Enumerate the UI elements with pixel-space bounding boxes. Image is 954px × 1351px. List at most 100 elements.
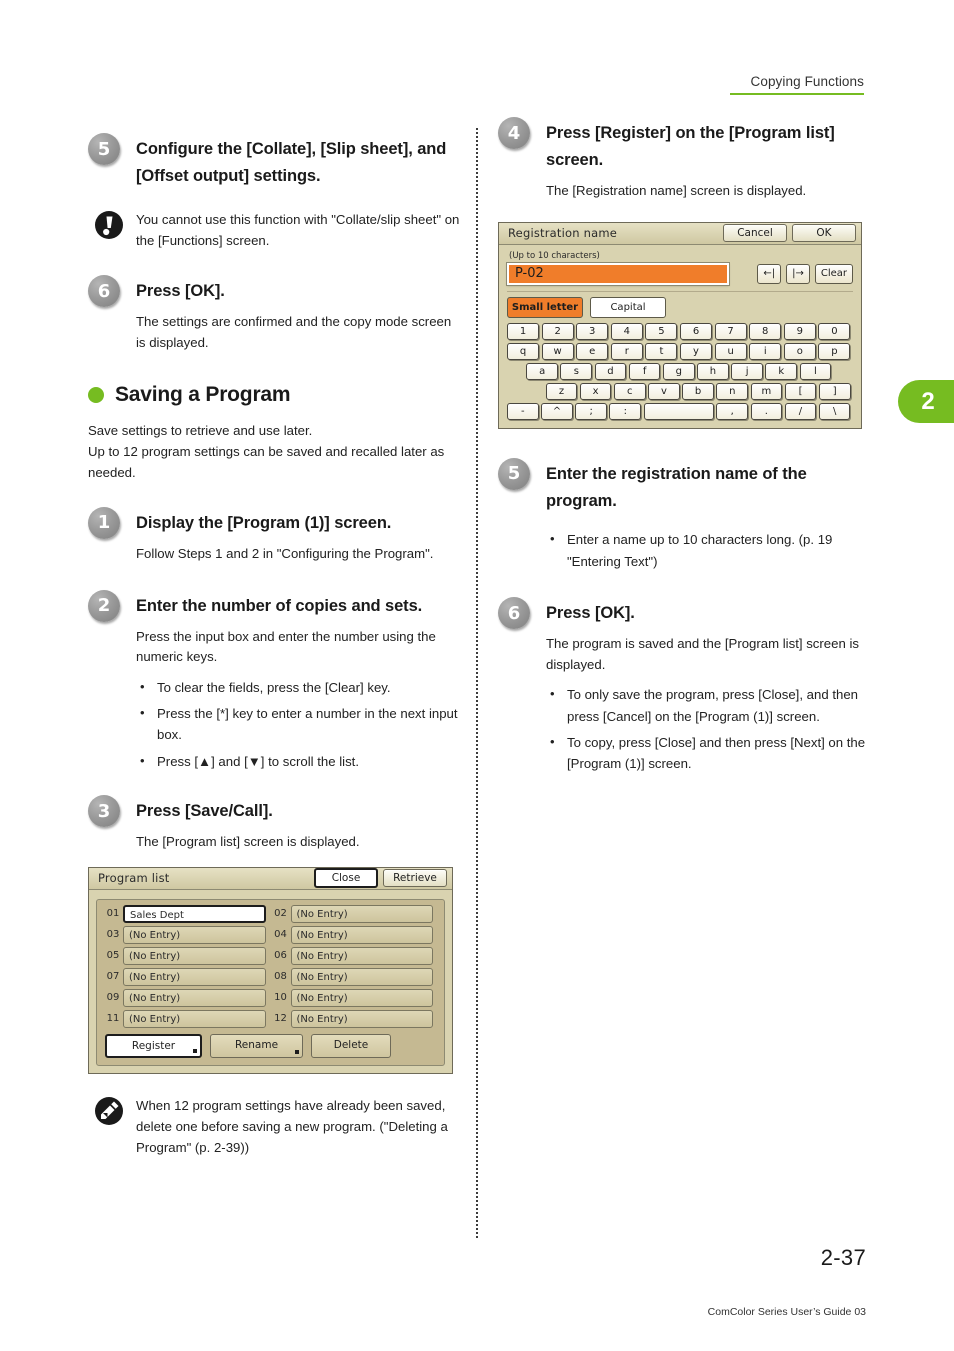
key[interactable]: o [783,342,816,360]
space-key[interactable] [643,402,714,420]
key[interactable]: 8 [749,322,782,340]
key[interactable]: b [682,382,714,400]
key[interactable]: h [697,362,729,380]
entry-value[interactable]: (No Entry) [290,967,433,986]
entry-value[interactable]: (No Entry) [290,904,433,923]
step-badge: 5 [498,457,530,490]
entry-value[interactable]: (No Entry) [123,988,266,1007]
key[interactable]: 0 [818,322,851,340]
rename-button[interactable]: Rename [210,1033,303,1058]
key[interactable]: d [594,362,627,380]
key[interactable]: l [799,362,832,380]
small-letter-button[interactable]: Small letter [507,296,583,318]
key[interactable]: 2 [541,322,574,340]
key[interactable]: ; [575,402,607,420]
retrieve-button[interactable]: Retrieve [383,869,447,888]
program-entry[interactable]: 03 (No Entry) [103,925,271,944]
step-body: Follow Steps 1 and 2 in "Configuring the… [136,546,434,562]
entry-number: 09 [106,992,120,1004]
program-entry[interactable]: 07 (No Entry) [103,967,271,986]
key[interactable]: : [609,402,642,420]
entry-value[interactable]: (No Entry) [290,988,433,1007]
key[interactable]: e [576,342,609,360]
program-entries-panel: 01 Sales Dept 02 (No Entry) 03 (No Entry… [96,898,445,1066]
entry-value[interactable]: (No Entry) [290,946,433,965]
program-entry[interactable]: 10 (No Entry) [271,988,439,1007]
program-entry[interactable]: 09 (No Entry) [103,988,271,1007]
capital-button[interactable]: Capital [590,296,666,318]
key[interactable]: n [716,382,749,400]
register-button[interactable]: Register [105,1033,202,1058]
program-entry[interactable]: 01 Sales Dept [103,904,271,923]
entry-value[interactable]: (No Entry) [290,1009,433,1028]
entry-number: 10 [274,992,287,1004]
program-entry[interactable]: 11 (No Entry) [103,1009,271,1028]
key[interactable]: 4 [610,322,643,340]
cancel-button[interactable]: Cancel [723,224,787,243]
key[interactable]: \ [818,402,851,420]
key[interactable]: v [648,382,680,400]
close-button[interactable]: Close [314,868,378,889]
key[interactable]: x [579,382,612,400]
key[interactable]: c [613,382,646,400]
registration-name-input[interactable]: P-02 [506,261,730,286]
key[interactable]: i [749,342,782,360]
program-entry[interactable]: 06 (No Entry) [271,946,439,965]
key[interactable]: 1 [507,322,540,340]
key[interactable]: s [560,362,593,380]
key[interactable]: , [716,402,748,420]
key[interactable]: 9 [783,322,816,340]
section-bullet-icon [88,387,104,404]
key[interactable]: j [731,362,763,380]
key[interactable]: w [541,342,574,360]
key[interactable]: 6 [679,322,713,340]
delete-button[interactable]: Delete [311,1033,391,1058]
key[interactable]: t [645,342,678,360]
key[interactable]: g [662,362,695,380]
key[interactable]: ^ [541,402,573,420]
cursor-right-icon[interactable]: |→ [786,263,810,284]
entry-value[interactable]: (No Entry) [123,925,266,944]
entry-value[interactable]: (No Entry) [123,946,266,965]
entry-value[interactable]: (No Entry) [123,967,266,986]
key[interactable]: k [765,362,798,380]
key[interactable]: r [610,342,643,360]
key[interactable]: / [784,402,817,420]
left-column: 5 Configure the [Collate], [Slip sheet],… [88,120,460,1158]
key[interactable]: m [750,382,783,400]
clear-button[interactable]: Clear [814,263,853,284]
entry-value[interactable]: (No Entry) [290,925,433,944]
key[interactable]: - [507,402,539,420]
entry-number: 05 [106,950,120,962]
key[interactable]: y [679,342,713,360]
key[interactable]: [ [784,382,817,400]
key[interactable]: u [714,342,747,360]
key[interactable]: 5 [645,322,678,340]
program-entry[interactable]: 12 (No Entry) [271,1009,439,1028]
ok-button[interactable]: OK [792,224,856,243]
divider [507,290,853,292]
program-entry[interactable]: 02 (No Entry) [271,904,439,923]
key[interactable]: 7 [714,322,747,340]
program-entry[interactable]: 04 (No Entry) [271,925,439,944]
entry-value[interactable]: (No Entry) [123,1009,266,1028]
key[interactable]: q [507,342,540,360]
submenu-marker-icon [193,1048,197,1053]
cursor-left-icon[interactable]: ←| [757,263,782,284]
key[interactable]: z [545,382,578,400]
key[interactable]: p [818,342,851,360]
key[interactable]: f [628,362,661,380]
registration-input-row: P-02 ←| |→ Clear [506,261,853,286]
program-entry[interactable]: 05 (No Entry) [103,946,271,965]
key[interactable]: . [750,402,783,420]
program-entry[interactable]: 08 (No Entry) [271,967,439,986]
list-item: To copy, press [Close] and then press [N… [546,731,870,775]
text-edit-buttons: ←| |→ Clear [752,263,853,284]
step-badge: 5 [88,133,120,165]
key[interactable]: 3 [576,322,609,340]
key[interactable]: ] [818,382,851,400]
key[interactable]: a [526,362,558,380]
section-heading-text: Saving a Program [115,383,291,407]
entry-value[interactable]: Sales Dept [123,904,266,923]
step-body: Press the input box and enter the number… [136,628,436,665]
